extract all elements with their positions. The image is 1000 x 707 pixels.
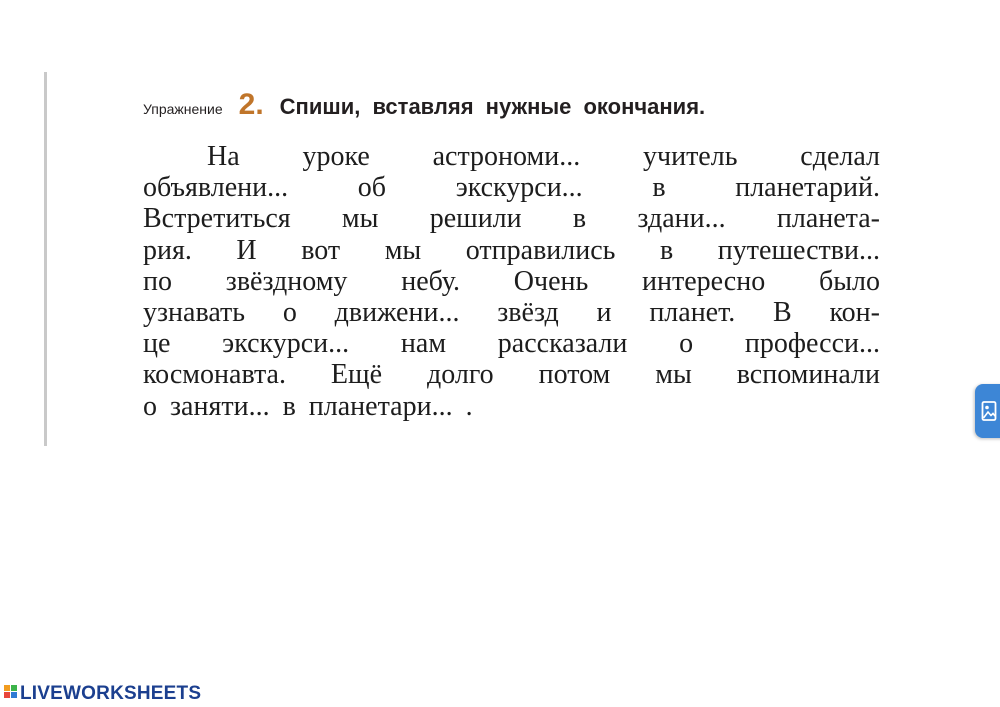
brand-name: LIVEWORKSHEETS: [20, 683, 202, 704]
image-icon: [981, 400, 997, 422]
text-line: Встретиться мы решили в здани... планета…: [143, 203, 880, 235]
exercise-word: Упражнение: [143, 101, 223, 117]
text-line: космонавта. Ещё долго потом мы вспоминал…: [143, 359, 880, 391]
text-line: рия. И вот мы отправились в путешестви..…: [143, 234, 880, 266]
brand-footer[interactable]: LIVEWORKSHEETS: [4, 683, 201, 705]
exercise-text: На уроке астрономи... учитель сделал объ…: [143, 141, 880, 422]
left-margin-rule: [44, 72, 47, 446]
exercise-number: 2.: [238, 88, 264, 121]
liveworksheets-logo-icon: [4, 684, 20, 704]
exercise-task: Спиши, вставляя нужные окончания.: [279, 94, 706, 119]
text-line: объявлени... об экскурси... в планетарий…: [143, 172, 880, 204]
text-line: узнавать о движени... звёзд и планет. В …: [143, 296, 880, 328]
worksheet-page: Упражнение 2. Спиши, вставляя нужные око…: [0, 0, 1000, 707]
text-line: На уроке астрономи... учитель сделал: [207, 141, 880, 172]
side-image-tab[interactable]: [975, 384, 1000, 438]
text-line: о заняти... в планетари... .: [143, 390, 473, 422]
text-line: це экскурси... нам рассказали о професси…: [143, 328, 880, 360]
exercise-heading: Упражнение 2. Спиши, вставляя нужные око…: [143, 88, 705, 128]
text-line: по звёздному небу. Очень интересно было: [143, 265, 880, 297]
